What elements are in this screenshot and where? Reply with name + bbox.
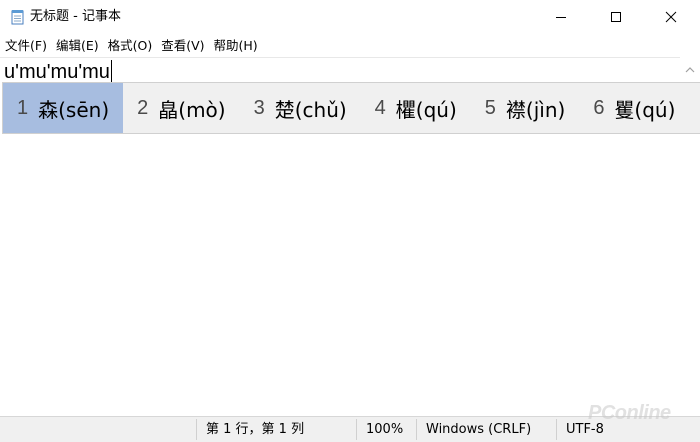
candidate-text: 皛(mò) xyxy=(158,97,226,122)
ime-candidate-1[interactable]: 1 森(sēn) xyxy=(3,83,124,133)
candidate-text: 楚(chǔ) xyxy=(274,97,347,122)
candidate-text: 矍(qú) xyxy=(614,97,676,122)
status-divider xyxy=(556,419,557,440)
menu-edit[interactable]: 编辑(E) xyxy=(51,35,103,56)
title-bar[interactable]: 无标题 - 记事本 xyxy=(0,0,700,34)
status-zoom: 100% xyxy=(366,422,404,437)
ime-candidate-4[interactable]: 4 欋(qú) xyxy=(361,83,471,133)
candidate-index: 1 xyxy=(17,96,29,119)
watermark-logo: PConline xyxy=(588,402,671,424)
candidate-text: 欋(qú) xyxy=(395,97,457,122)
candidate-index: 2 xyxy=(137,96,149,119)
maximize-button[interactable] xyxy=(593,0,639,34)
candidate-index: 6 xyxy=(593,96,605,119)
notepad-icon[interactable] xyxy=(11,9,25,25)
candidate-index: 4 xyxy=(374,96,386,119)
ime-candidate-bar: 1 森(sēn) 2 皛(mò) 3 楚(chǔ) 4 欋(qú) 5 襟(jì… xyxy=(2,82,700,134)
editor-content: u'mu'mu'mu xyxy=(4,60,112,84)
candidate-text: 襟(jìn) xyxy=(505,97,566,122)
close-button[interactable] xyxy=(648,0,694,34)
ime-candidate-3[interactable]: 3 楚(chǔ) xyxy=(240,83,361,133)
candidate-index: 3 xyxy=(253,96,265,119)
status-divider xyxy=(196,419,197,440)
maximize-icon xyxy=(610,11,622,23)
status-divider xyxy=(356,419,357,440)
candidate-index: 5 xyxy=(484,96,496,119)
window-title: 无标题 - 记事本 xyxy=(30,9,121,24)
minimize-icon xyxy=(555,11,567,23)
ime-candidate-6[interactable]: 6 矍(qú) xyxy=(579,83,689,133)
close-icon xyxy=(665,11,677,23)
candidate-text: 森(sēn) xyxy=(38,97,110,122)
menu-bar: 文件(F) 编辑(E) 格式(O) 查看(V) 帮助(H) xyxy=(0,35,700,56)
menu-help[interactable]: 帮助(H) xyxy=(209,35,262,56)
notepad-window: 无标题 - 记事本 文件(F) 编辑(E) 格式(O) 查看(V) 帮助(H) xyxy=(0,0,700,442)
scroll-up-button[interactable] xyxy=(680,57,700,77)
minimize-button[interactable] xyxy=(538,0,584,34)
scroll-up-arrow-icon xyxy=(685,58,695,77)
text-caret xyxy=(110,60,112,82)
menu-file[interactable]: 文件(F) xyxy=(0,35,51,56)
ime-candidate-2[interactable]: 2 皛(mò) xyxy=(123,83,239,133)
ime-candidate-5[interactable]: 5 襟(jìn) xyxy=(471,83,580,133)
status-line-ending: Windows (CRLF) xyxy=(426,422,532,437)
menu-format[interactable]: 格式(O) xyxy=(103,35,157,56)
menu-view[interactable]: 查看(V) xyxy=(156,35,208,56)
composition-text: u'mu'mu'mu xyxy=(4,61,110,83)
status-divider xyxy=(416,419,417,440)
status-cursor-position: 第 1 行，第 1 列 xyxy=(206,422,305,437)
